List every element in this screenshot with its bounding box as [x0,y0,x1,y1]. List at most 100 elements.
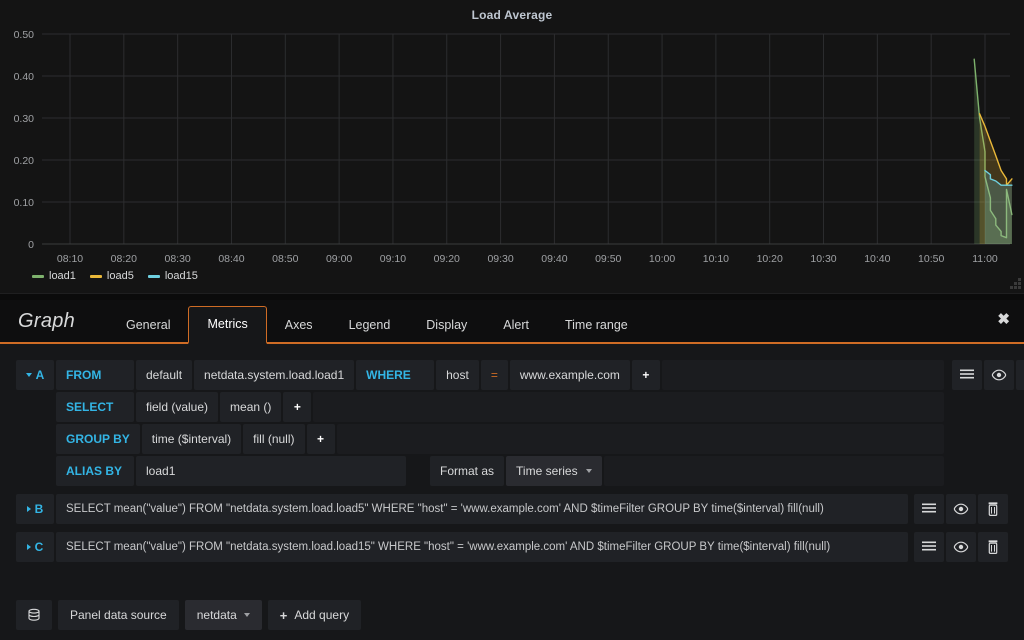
raw-query-line: SELECT mean("value") FROM "netdata.syste… [56,532,1008,562]
tab-axes[interactable]: Axes [267,318,331,343]
legend-label: load5 [106,270,134,282]
measurement-select[interactable]: netdata.system.load.load1 [194,360,355,390]
y-axis-tick-label: 0.20 [14,155,35,167]
eye-icon[interactable] [946,532,976,562]
x-axis-tick-label: 10:20 [757,253,783,265]
chevron-down-icon [243,613,250,617]
chevron-down-icon [585,469,592,473]
resize-grip-icon[interactable] [1009,277,1021,289]
legend-item-load5[interactable]: load5 [89,270,134,282]
query-row: A FROM default netdata.system.load.load1 WHE… [16,360,1024,488]
trash-icon[interactable] [978,532,1008,562]
where-label: WHERE [356,360,435,390]
datasource-select[interactable]: netdata [184,600,262,630]
legend-item-load1[interactable]: load1 [32,270,76,282]
group-by-label: GROUP BY [56,424,140,454]
hamburger-icon[interactable] [914,532,944,562]
editor-header: Graph General Metrics Axes Legend Display Ale… [0,300,1024,344]
chevron-right-icon [26,506,31,512]
query-tools [912,532,1008,562]
eye-icon[interactable] [983,360,1014,390]
x-axis-tick-label: 08:40 [218,253,244,265]
where-field-select[interactable]: host [436,360,479,390]
x-axis-tick-label: 09:00 [326,253,352,265]
x-axis-tick-label: 08:20 [111,253,137,265]
trash-icon[interactable] [1015,360,1024,390]
tab-metrics[interactable]: Metrics [188,305,267,344]
from-line: FROM default netdata.system.load.load1 WHER… [56,360,1024,390]
group-by-line: GROUP BY time ($interval) fill (null) + [56,424,1024,454]
from-label: FROM [56,360,134,390]
query-body: FROM default netdata.system.load.load1 WHER… [56,360,1024,488]
x-axis-tick-label: 09:20 [434,253,460,265]
raw-query-line: SELECT mean("value") FROM "netdata.syste… [56,494,1008,524]
raw-query-text[interactable]: SELECT mean("value") FROM "netdata.syste… [56,494,908,524]
format-as-select[interactable]: Time series [506,456,602,486]
alias-by-input[interactable]: load1 [136,456,406,486]
plus-icon: + [279,607,288,623]
group-by-part-0[interactable]: time ($interval) [141,424,242,454]
graph-panel: Load Average 0 0.10 0.20 0.30 0.40 0.50 08:10 0… [0,0,1024,294]
alias-spacer [408,456,428,486]
add-where-button[interactable]: + [631,360,660,390]
add-query-label: Add query [294,608,350,622]
y-axis-tick-label: 0.10 [14,197,35,209]
query-row: C SELECT mean("value") FROM "netdata.syst… [16,532,1008,564]
query-row: B SELECT mean("value") FROM "netdata.syst… [16,494,1008,526]
query-tools [950,360,1024,390]
format-as-label: Format as [430,456,505,486]
select-tools-spacer [946,392,1024,422]
eye-icon[interactable] [946,494,976,524]
from-line-filler [661,360,944,390]
x-axis-tick-label: 10:30 [810,253,836,265]
query-body: SELECT mean("value") FROM "netdata.syste… [56,494,1008,526]
editor-tabs: General Metrics Axes Legend Display Alert Time… [108,300,646,344]
query-toggle-A[interactable]: A [16,360,54,390]
x-axis-tick-label: 11:00 [972,253,998,265]
hamburger-icon[interactable] [951,360,982,390]
chevron-right-icon [26,544,31,550]
tab-time-range[interactable]: Time range [547,318,646,343]
hamburger-icon[interactable] [914,494,944,524]
tab-alert[interactable]: Alert [485,318,547,343]
add-group-by-button[interactable]: + [306,424,335,454]
line-chart-svg: 0 0.10 0.20 0.30 0.40 0.50 08:10 08:20 08:30 08:4… [14,29,1013,265]
x-axis-tick-label: 10:40 [864,253,890,265]
editor-kind-label: Graph [18,310,76,332]
trash-icon[interactable] [978,494,1008,524]
editor-footer: Panel data source netdata + Add query [16,600,362,630]
database-icon[interactable] [16,600,52,630]
chevron-down-icon [25,373,32,377]
raw-query-text[interactable]: SELECT mean("value") FROM "netdata.syste… [56,532,908,562]
y-axis-tick-label: 0.50 [14,29,35,41]
tab-general[interactable]: General [108,318,188,343]
y-axis-tick-label: 0.30 [14,113,35,125]
chart-plot-area[interactable]: 0 0.10 0.20 0.30 0.40 0.50 08:10 08:20 08:30 08:4… [0,26,1024,268]
where-operator[interactable]: = [480,360,508,390]
query-toggle-B[interactable]: B [16,494,54,524]
tab-display[interactable]: Display [408,318,485,343]
y-axis-tick-label: 0.40 [14,71,35,83]
legend-item-load15[interactable]: load15 [147,270,198,282]
query-toggle-C[interactable]: C [16,532,54,562]
retention-policy-select[interactable]: default [136,360,193,390]
alias-tools-spacer [946,456,1024,486]
select-label: SELECT [56,392,134,422]
format-as-value: Time series [516,464,578,478]
legend-swatch-icon [89,274,102,278]
query-list: A FROM default netdata.system.load.load1 WHE… [0,344,1024,564]
add-query-button[interactable]: + Add query [267,600,362,630]
select-part-1[interactable]: mean () [220,392,282,422]
x-axis-tick-label: 10:10 [703,253,729,265]
chart-legend: load1 load5 load15 [32,270,198,282]
where-value-select[interactable]: www.example.com [509,360,630,390]
legend-label: load15 [164,270,198,282]
query-letter: C [34,540,44,554]
x-axis-tick-label: 09:50 [595,253,621,265]
tab-legend[interactable]: Legend [331,318,409,343]
add-select-button[interactable]: + [283,392,312,422]
close-icon[interactable]: ✖ [997,312,1010,327]
alias-line-filler [603,456,944,486]
select-part-0[interactable]: field (value) [136,392,219,422]
group-by-part-1[interactable]: fill (null) [243,424,305,454]
